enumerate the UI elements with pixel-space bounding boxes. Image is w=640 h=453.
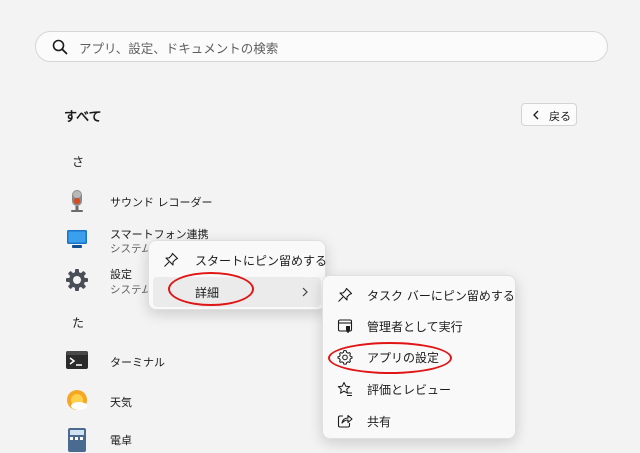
share-icon — [337, 414, 353, 428]
app-name: 天気 — [110, 396, 132, 409]
app-name: サウンド レコーダー — [110, 196, 213, 209]
menu-item-label: 評価とレビュー — [367, 383, 452, 397]
menu-item-details[interactable]: 詳細 — [153, 277, 321, 307]
menu-item-label: タスク バーにピン留めする — [367, 289, 515, 303]
menu-item-app-settings[interactable]: アプリの設定 — [327, 342, 511, 372]
settings-gear-icon — [66, 269, 88, 291]
menu-item-pin-to-taskbar[interactable]: タスク バーにピン留めする — [327, 280, 515, 310]
details-submenu: タスク バーにピン留めする 管理者として実行 アプリの設定 評価とレビュー 共有 — [322, 275, 516, 439]
all-apps-title: すべて — [64, 110, 102, 125]
context-menu: スタートにピン留めする 詳細 — [148, 240, 327, 310]
app-subtitle: システム — [110, 243, 152, 255]
star-review-icon — [337, 382, 352, 396]
menu-item-share[interactable]: 共有 — [327, 406, 511, 436]
pin-icon — [164, 252, 179, 267]
weather-icon — [67, 390, 87, 410]
app-name: ターミナル — [110, 356, 165, 369]
phone-link-icon — [67, 230, 87, 248]
group-header-sa[interactable]: さ — [72, 153, 84, 170]
calculator-icon — [68, 428, 86, 452]
gear-icon — [337, 350, 353, 365]
menu-item-label: 管理者として実行 — [367, 320, 463, 334]
pin-icon — [338, 287, 353, 302]
chevron-right-icon — [302, 287, 308, 297]
back-button-label: 戻る — [549, 110, 571, 123]
menu-item-label: 共有 — [367, 415, 392, 429]
menu-item-pin-to-start[interactable]: スタートにピン留めする — [153, 245, 327, 275]
terminal-icon — [66, 351, 88, 369]
search-box[interactable]: アプリ、設定、ドキュメントの検索 — [35, 31, 608, 62]
search-input-placeholder[interactable]: アプリ、設定、ドキュメントの検索 — [79, 38, 278, 57]
search-icon — [52, 39, 68, 55]
chevron-left-icon — [533, 110, 539, 120]
app-name: 電卓 — [110, 434, 132, 447]
app-name: 設定 — [110, 268, 132, 281]
menu-item-label: 詳細 — [195, 286, 220, 300]
menu-item-label: スタートにピン留めする — [195, 254, 328, 268]
sound-recorder-icon — [71, 190, 83, 212]
menu-item-label: アプリの設定 — [367, 351, 440, 365]
menu-item-run-as-admin[interactable]: 管理者として実行 — [327, 311, 511, 341]
menu-item-rate-and-review[interactable]: 評価とレビュー — [327, 374, 511, 404]
admin-shield-icon — [337, 319, 353, 333]
back-button[interactable]: 戻る — [521, 103, 577, 126]
app-subtitle: システム — [110, 284, 152, 296]
group-header-ta[interactable]: た — [72, 314, 84, 331]
